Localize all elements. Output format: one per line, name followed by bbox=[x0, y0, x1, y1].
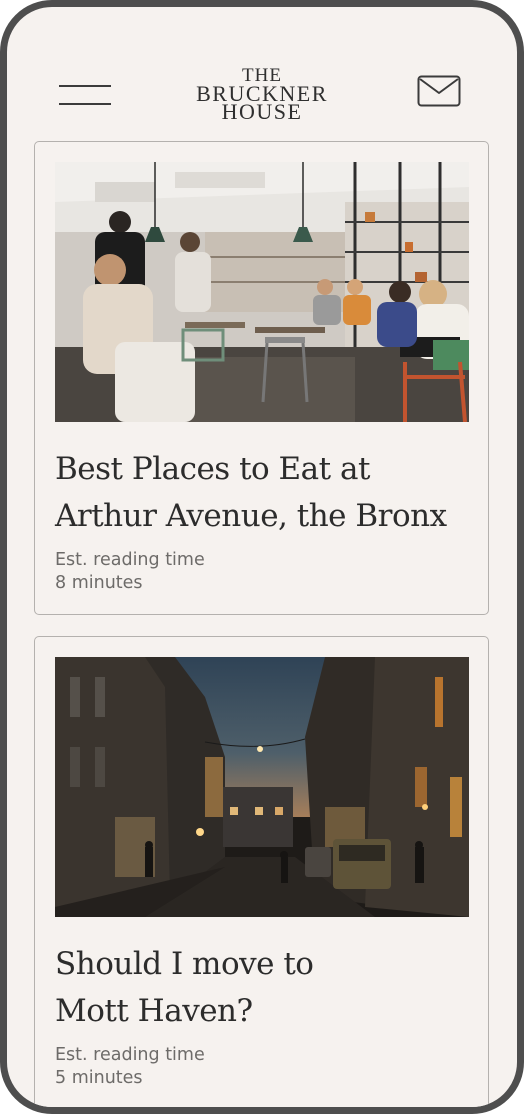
site-header: THE BRUCKNER HOUSE bbox=[7, 7, 517, 137]
reading-time: Est. reading time 8 minutes bbox=[55, 549, 205, 595]
menu-line-bottom bbox=[59, 103, 111, 105]
logo-line-house: HOUSE bbox=[221, 99, 303, 124]
envelope-icon[interactable] bbox=[417, 75, 461, 107]
article-title[interactable]: Best Places to Eat at Arthur Avenue, the… bbox=[55, 446, 475, 540]
hamburger-menu-icon[interactable] bbox=[59, 83, 113, 109]
reading-time-label: Est. reading time bbox=[55, 1045, 205, 1065]
reading-time-value: 5 minutes bbox=[55, 1068, 143, 1088]
article-card[interactable]: Should I move to Mott Haven? Est. readin… bbox=[34, 636, 489, 1107]
phone-frame: THE BRUCKNER HOUSE Best Places to Eat at… bbox=[0, 0, 524, 1114]
reading-time: Est. reading time 5 minutes bbox=[55, 1044, 205, 1090]
evening-street-photo bbox=[55, 657, 469, 917]
reading-time-value: 8 minutes bbox=[55, 573, 143, 593]
reading-time-label: Est. reading time bbox=[55, 550, 205, 570]
article-card[interactable]: Best Places to Eat at Arthur Avenue, the… bbox=[34, 141, 489, 615]
article-title-line: Should I move to bbox=[55, 946, 314, 982]
article-title-line: Arthur Avenue, the Bronx bbox=[55, 498, 447, 534]
menu-line-top bbox=[59, 85, 111, 87]
restaurant-interior-photo bbox=[55, 162, 469, 422]
article-title-line: Mott Haven? bbox=[55, 993, 253, 1029]
article-title[interactable]: Should I move to Mott Haven? bbox=[55, 941, 475, 1035]
article-title-line: Best Places to Eat at bbox=[55, 451, 370, 487]
site-logo[interactable]: THE BRUCKNER HOUSE bbox=[162, 66, 362, 124]
